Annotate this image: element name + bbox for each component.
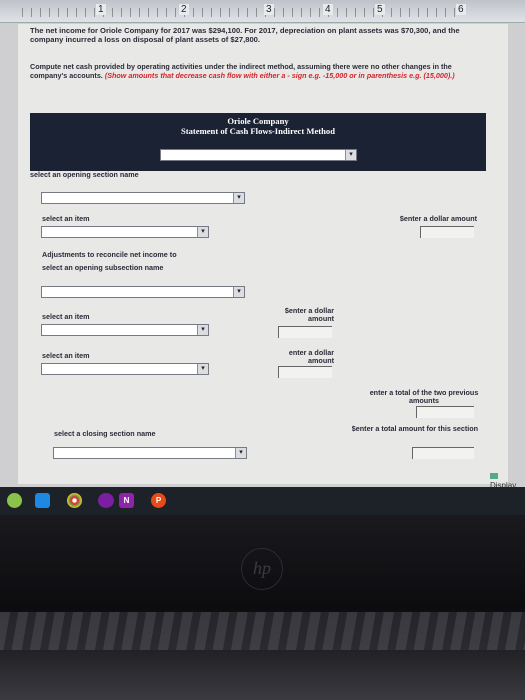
- closing-section-label: select a closing section name: [54, 429, 156, 438]
- opening-section-select[interactable]: ▾: [41, 192, 245, 204]
- total-section-label: $enter a total amount for this section: [351, 424, 478, 433]
- dollar-amount-input-2[interactable]: [278, 326, 332, 338]
- ruler-scale: [22, 8, 462, 17]
- powerpoint-icon[interactable]: P: [151, 493, 166, 508]
- ruler-mark-6: 6: [456, 4, 466, 15]
- item-select-2[interactable]: ▾: [41, 324, 209, 336]
- app-icon-purple[interactable]: [98, 493, 114, 508]
- statement-header: Oriole Company Statement of Cash Flows-I…: [30, 113, 486, 171]
- item-label-3: select an item: [42, 351, 90, 360]
- dollar-amount-input-3[interactable]: [278, 366, 332, 378]
- opening-subsection-select[interactable]: ▾: [41, 286, 245, 298]
- instruction-text: (Show amounts that decrease cash flow wi…: [104, 71, 455, 80]
- problem-intro: The net income for Oriole Company for 20…: [30, 26, 460, 44]
- display-icon: [490, 473, 498, 479]
- item-select-3[interactable]: ▾: [41, 363, 209, 375]
- enter-dollar-label-1: $enter a dollar amount: [399, 214, 477, 223]
- enter-dollar-label-2: $enter a dollar amount: [284, 306, 334, 323]
- chevron-down-icon: ▾: [197, 227, 208, 237]
- ruler-mark-3: 3: [264, 4, 274, 15]
- ruler-mark-1: 1: [96, 4, 106, 15]
- item-label-2: select an item: [42, 312, 90, 321]
- chevron-down-icon: ▾: [235, 448, 246, 458]
- onenote-icon[interactable]: N: [119, 493, 134, 508]
- chevron-down-icon: ▾: [345, 150, 356, 160]
- opening-section-label: select an opening section name: [30, 170, 139, 179]
- chrome-icon[interactable]: [67, 493, 82, 508]
- taskbar-app-icon[interactable]: [7, 493, 22, 508]
- total-two-label: enter a total of the two previous amount…: [369, 388, 479, 405]
- item-select-1[interactable]: ▾: [41, 226, 209, 238]
- total-two-input[interactable]: [416, 406, 474, 418]
- company-name: Oriole Company: [227, 116, 289, 126]
- ruler-mark-4: 4: [323, 4, 333, 15]
- chevron-down-icon: ▾: [197, 325, 208, 335]
- outlook-icon[interactable]: [35, 493, 50, 508]
- keyboard: [0, 612, 525, 650]
- total-section-input[interactable]: [412, 447, 474, 459]
- taskbar: N P: [0, 487, 525, 515]
- ruler-mark-5: 5: [375, 4, 385, 15]
- statement-title: Statement of Cash Flows-Indirect Method: [180, 126, 336, 136]
- screen: 1 2 3 4 5 6 The net income for Oriole Co…: [0, 0, 525, 500]
- opening-subsection-label: select an opening subsection name: [42, 263, 164, 272]
- enter-dollar-label-3: enter a dollar amount: [288, 348, 334, 365]
- item-label-1: select an item: [42, 214, 90, 223]
- chevron-down-icon: ▾: [233, 287, 244, 297]
- laptop-bezel: [0, 515, 525, 700]
- chevron-down-icon: ▾: [197, 364, 208, 374]
- dollar-amount-input-1[interactable]: [420, 226, 474, 238]
- ruler-mark-2: 2: [179, 4, 189, 15]
- closing-section-select[interactable]: ▾: [53, 447, 247, 459]
- chevron-down-icon: ▾: [233, 193, 244, 203]
- adjustments-text: Adjustments to reconcile net income to: [42, 250, 177, 259]
- statement-period-select[interactable]: ▾: [160, 149, 357, 161]
- ruler: 1 2 3 4 5 6: [0, 0, 525, 23]
- hp-logo: hp: [241, 548, 283, 590]
- problem-prompt: Compute net cash provided by operating a…: [30, 62, 490, 80]
